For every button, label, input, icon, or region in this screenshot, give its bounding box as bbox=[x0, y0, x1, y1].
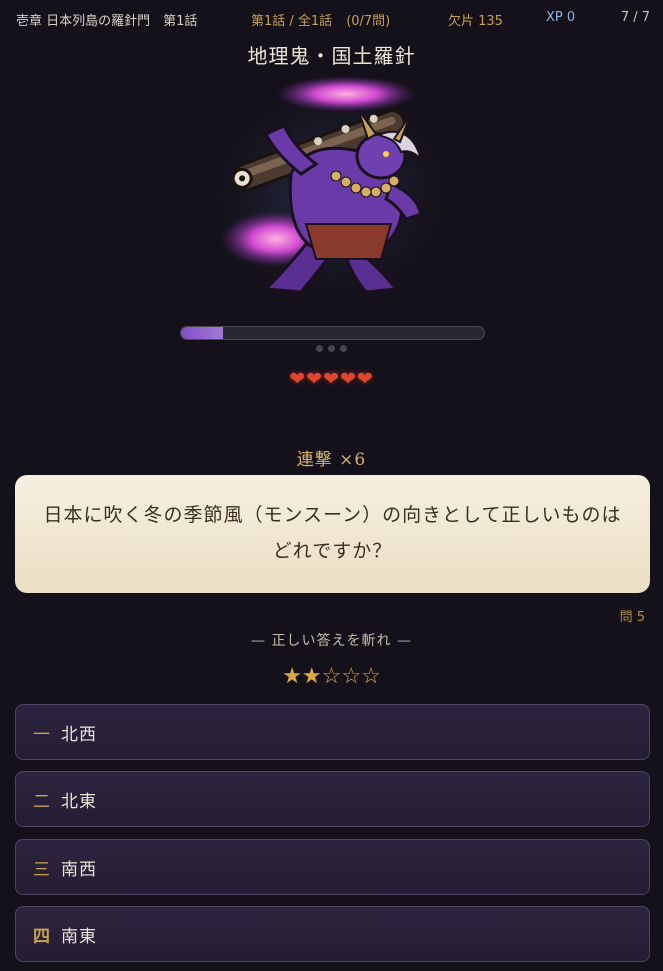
answer-number: 三 bbox=[33, 859, 50, 880]
question-progress: (0/7問) bbox=[346, 14, 391, 29]
difficulty-stars: ★★☆☆☆ bbox=[282, 664, 381, 689]
xp-counter: XP 0 bbox=[546, 10, 576, 25]
combo-counter: 連撃 ×6 bbox=[296, 450, 367, 470]
answer-option-3[interactable]: 三 南西 bbox=[15, 839, 650, 895]
enemy-hp-fill bbox=[181, 327, 224, 339]
answer-label: 南西 bbox=[61, 859, 97, 880]
instruction-text: — 正しい答えを斬れ — bbox=[251, 633, 412, 649]
answer-option-4[interactable]: 四 南東 bbox=[15, 906, 650, 962]
question-card: 日本に吹く冬の季節風（モンスーン）の向きとして正しいものはどれですか？ bbox=[15, 475, 650, 593]
dot bbox=[328, 345, 335, 352]
episode-indicator: 第1話 / 全1話 (0/7問) bbox=[251, 10, 390, 29]
question-text: 日本に吹く冬の季節風（モンスーン）の向きとして正しいものはどれですか？ bbox=[43, 504, 622, 562]
question-number: 問 5 bbox=[619, 610, 645, 625]
oni-monster-sprite bbox=[201, 76, 461, 309]
fragments-count: 欠片 135 bbox=[448, 14, 503, 29]
status-bar: 壱章 日本列島の羅針門 第1話 第1話 / 全1話 (0/7問) 欠片 135 X… bbox=[0, 0, 663, 36]
answer-label: 北西 bbox=[61, 724, 97, 745]
episode-label: 第1話 / 全1話 bbox=[251, 14, 333, 29]
answer-option-2[interactable]: 二 北東 bbox=[15, 771, 650, 827]
dot bbox=[316, 345, 323, 352]
player-hearts: ❤❤❤❤❤ bbox=[0, 368, 663, 390]
heart-icons: ❤❤❤❤❤ bbox=[289, 368, 374, 390]
loading-dots bbox=[316, 345, 347, 352]
chapter-title: 壱章 日本列島の羅針門 第1話 bbox=[16, 14, 198, 29]
answer-number: 四 bbox=[33, 926, 50, 947]
answer-number: 二 bbox=[33, 791, 50, 812]
answer-label: 北東 bbox=[61, 791, 97, 812]
answer-option-1[interactable]: 一 北西 bbox=[15, 704, 650, 760]
answer-label: 南東 bbox=[61, 926, 97, 947]
enemy-hp-bar bbox=[180, 326, 485, 340]
dot bbox=[340, 345, 347, 352]
answer-number: 一 bbox=[33, 724, 50, 745]
page-indicator: 7 / 7 bbox=[620, 10, 650, 25]
